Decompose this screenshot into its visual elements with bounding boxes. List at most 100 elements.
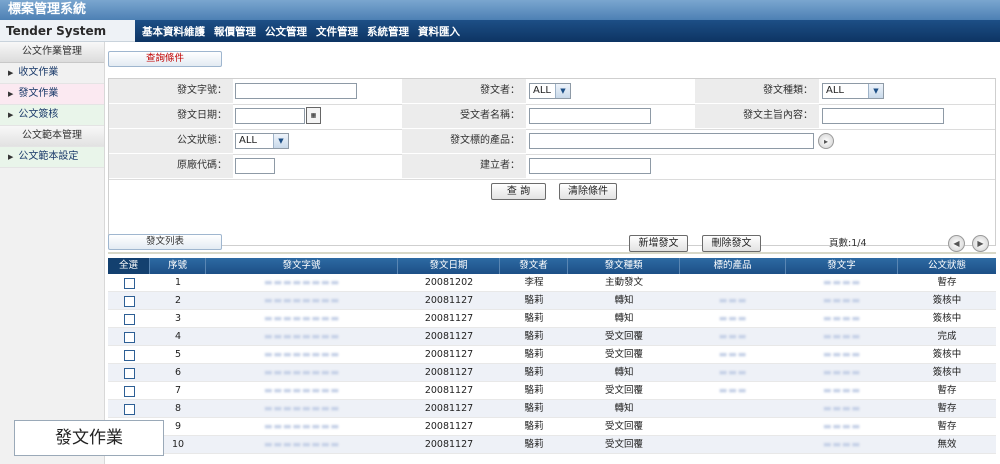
table-row[interactable]: 5 20081127 駱莉 受文回覆 簽核中 ▬▬▬▬▬▬▬▬ ▬▬▬ ▬▬▬▬ bbox=[108, 346, 996, 364]
menu-documents[interactable]: 公文管理 bbox=[265, 24, 307, 39]
redacted-cell: ▬▬▬ bbox=[718, 350, 748, 360]
vendor-code-input[interactable] bbox=[235, 158, 275, 174]
arrow-right-icon: ▶ bbox=[8, 153, 14, 161]
col-docno-header: 發文字號 bbox=[206, 258, 398, 274]
brand-label: Tender System bbox=[0, 20, 135, 42]
table-row[interactable]: 7 20081127 駱莉 受文回覆 暫存 ▬▬▬▬▬▬▬▬ ▬▬▬ ▬▬▬▬ bbox=[108, 382, 996, 400]
row-checkbox[interactable] bbox=[124, 404, 135, 415]
next-page-icon[interactable]: ▶ bbox=[972, 235, 989, 252]
col-no-header: 序號 bbox=[150, 258, 206, 274]
prev-page-icon[interactable]: ◀ bbox=[948, 235, 965, 252]
row-date: 20081202 bbox=[424, 277, 474, 288]
redacted-cell: ▬▬▬▬ bbox=[822, 314, 861, 324]
row-sender: 駱莉 bbox=[524, 313, 544, 324]
redacted-cell: ▬▬▬▬▬▬▬▬ bbox=[263, 296, 341, 306]
col-product-header: 標的產品 bbox=[680, 258, 786, 274]
doc-type-select[interactable]: ALL ▼ bbox=[822, 83, 884, 99]
row-checkbox[interactable] bbox=[124, 332, 135, 343]
status-label: 公文狀態： bbox=[109, 129, 233, 153]
product-picker-icon[interactable]: ▸ bbox=[818, 133, 834, 149]
sidebar-item-receive[interactable]: ▶ 收文作業 bbox=[0, 63, 104, 84]
menu-files[interactable]: 文件管理 bbox=[316, 24, 358, 39]
table-row[interactable]: 10 20081127 駱莉 受文回覆 無效 ▬▬▬▬▬▬▬▬ ▬▬▬▬ bbox=[108, 436, 996, 454]
row-checkbox[interactable] bbox=[124, 350, 135, 361]
delete-send-button[interactable]: 刪除發文 bbox=[702, 235, 761, 252]
row-type: 轉知 bbox=[614, 367, 634, 378]
redacted-cell: ▬▬▬▬▬▬▬▬ bbox=[263, 440, 341, 450]
section-divider bbox=[108, 252, 996, 254]
subject-input[interactable] bbox=[822, 108, 944, 124]
row-type: 受文回覆 bbox=[604, 331, 643, 342]
add-send-button[interactable]: 新增發文 bbox=[629, 235, 688, 252]
search-button[interactable]: 查 詢 bbox=[491, 183, 546, 200]
table-row[interactable]: 4 20081127 駱莉 受文回覆 完成 ▬▬▬▬▬▬▬▬ ▬▬▬ ▬▬▬▬ bbox=[108, 328, 996, 346]
col-type-header: 發文種類 bbox=[568, 258, 680, 274]
row-date: 20081127 bbox=[424, 385, 474, 396]
row-no: 3 bbox=[174, 313, 182, 324]
row-no: 8 bbox=[174, 403, 182, 414]
table-row[interactable]: 8 20081127 駱莉 轉知 暫存 ▬▬▬▬▬▬▬▬ ▬▬▬▬ bbox=[108, 400, 996, 418]
row-checkbox[interactable] bbox=[124, 296, 135, 307]
query-form: 發文字號： 發文者： ALL ▼ 發文種類： ALL ▼ 發文日期： ▦ 受文者名稱… bbox=[108, 78, 996, 246]
subject-label: 發文主旨內容： bbox=[695, 104, 819, 128]
query-tab[interactable]: 查詢條件 bbox=[108, 51, 222, 67]
vendor-code-label: 原廠代碼： bbox=[109, 154, 233, 178]
sidebar-header: 公文作業管理 bbox=[0, 42, 104, 63]
creator-input[interactable] bbox=[529, 158, 651, 174]
redacted-cell: ▬▬▬▬▬▬▬▬ bbox=[263, 422, 341, 432]
list-tab[interactable]: 發文列表 bbox=[108, 234, 222, 250]
table-row[interactable]: 3 20081127 駱莉 轉知 簽核中 ▬▬▬▬▬▬▬▬ ▬▬▬ ▬▬▬▬ bbox=[108, 310, 996, 328]
sender-select[interactable]: ALL ▼ bbox=[529, 83, 571, 99]
row-type: 轉知 bbox=[614, 295, 634, 306]
row-sender: 駱莉 bbox=[524, 367, 544, 378]
redacted-cell: ▬▬▬▬▬▬▬▬ bbox=[263, 278, 341, 288]
sidebar-item-send[interactable]: ▶ 發文作業 bbox=[0, 84, 104, 105]
table-row[interactable]: 6 20081127 駱莉 轉知 簽核中 ▬▬▬▬▬▬▬▬ ▬▬▬ ▬▬▬▬ bbox=[108, 364, 996, 382]
row-date: 20081127 bbox=[424, 439, 474, 450]
menu-import[interactable]: 資料匯入 bbox=[418, 24, 460, 39]
main-content: 查詢條件 發文字號： 發文者： ALL ▼ 發文種類： ALL ▼ 發文日期： ▦ … bbox=[105, 42, 1000, 464]
doc-no-input[interactable] bbox=[235, 83, 357, 99]
table-row[interactable]: 1 20081202 李程 主動發文 暫存 ▬▬▬▬▬▬▬▬ ▬▬▬▬ bbox=[108, 274, 996, 292]
send-date-label: 發文日期： bbox=[109, 104, 233, 128]
status-select[interactable]: ALL ▼ bbox=[235, 133, 289, 149]
arrow-right-icon: ▶ bbox=[8, 90, 14, 98]
redacted-cell: ▬▬▬▬ bbox=[822, 404, 861, 414]
row-date: 20081127 bbox=[424, 295, 474, 306]
table-row[interactable]: 9 20081127 駱莉 受文回覆 暫存 ▬▬▬▬▬▬▬▬ ▬▬▬▬ bbox=[108, 418, 996, 436]
row-no: 5 bbox=[174, 349, 182, 360]
calendar-icon[interactable]: ▦ bbox=[306, 107, 321, 124]
select-all-header[interactable]: 全選 bbox=[108, 258, 150, 274]
row-no: 4 bbox=[174, 331, 182, 342]
row-checkbox[interactable] bbox=[124, 386, 135, 397]
row-status: 暫存 bbox=[937, 421, 957, 432]
row-checkbox[interactable] bbox=[124, 368, 135, 379]
row-sender: 駱莉 bbox=[524, 421, 544, 432]
menu-system[interactable]: 系統管理 bbox=[367, 24, 409, 39]
row-checkbox[interactable] bbox=[124, 314, 135, 325]
clear-button[interactable]: 清除條件 bbox=[559, 183, 617, 200]
table-row[interactable]: 2 20081127 駱莉 轉知 簽核中 ▬▬▬▬▬▬▬▬ ▬▬▬ ▬▬▬▬ bbox=[108, 292, 996, 310]
row-type: 受文回覆 bbox=[604, 421, 643, 432]
menu-basic-data[interactable]: 基本資料維護 bbox=[142, 24, 205, 39]
sidebar-item-template-manage[interactable]: 公文範本管理 bbox=[0, 126, 104, 147]
redacted-cell: ▬▬▬ bbox=[718, 386, 748, 396]
redacted-cell: ▬▬▬ bbox=[718, 314, 748, 324]
sidebar-item-template-setting[interactable]: ▶ 公文範本設定 bbox=[0, 147, 104, 168]
menu-quotation[interactable]: 報價管理 bbox=[214, 24, 256, 39]
send-date-input[interactable] bbox=[235, 108, 305, 124]
row-date: 20081127 bbox=[424, 313, 474, 324]
row-no: 7 bbox=[174, 385, 182, 396]
row-type: 轉知 bbox=[614, 313, 634, 324]
receiver-input[interactable] bbox=[529, 108, 651, 124]
sidebar-item-approval[interactable]: ▶ 公文簽核 bbox=[0, 105, 104, 126]
redacted-cell: ▬▬▬▬ bbox=[822, 332, 861, 342]
row-checkbox[interactable] bbox=[124, 278, 135, 289]
page-caption: 發文作業 bbox=[14, 420, 164, 456]
row-status: 暫存 bbox=[937, 385, 957, 396]
row-no: 2 bbox=[174, 295, 182, 306]
chevron-down-icon: ▼ bbox=[273, 134, 288, 148]
redacted-cell: ▬▬▬▬ bbox=[822, 422, 861, 432]
row-no: 6 bbox=[174, 367, 182, 378]
product-input[interactable] bbox=[529, 133, 814, 149]
